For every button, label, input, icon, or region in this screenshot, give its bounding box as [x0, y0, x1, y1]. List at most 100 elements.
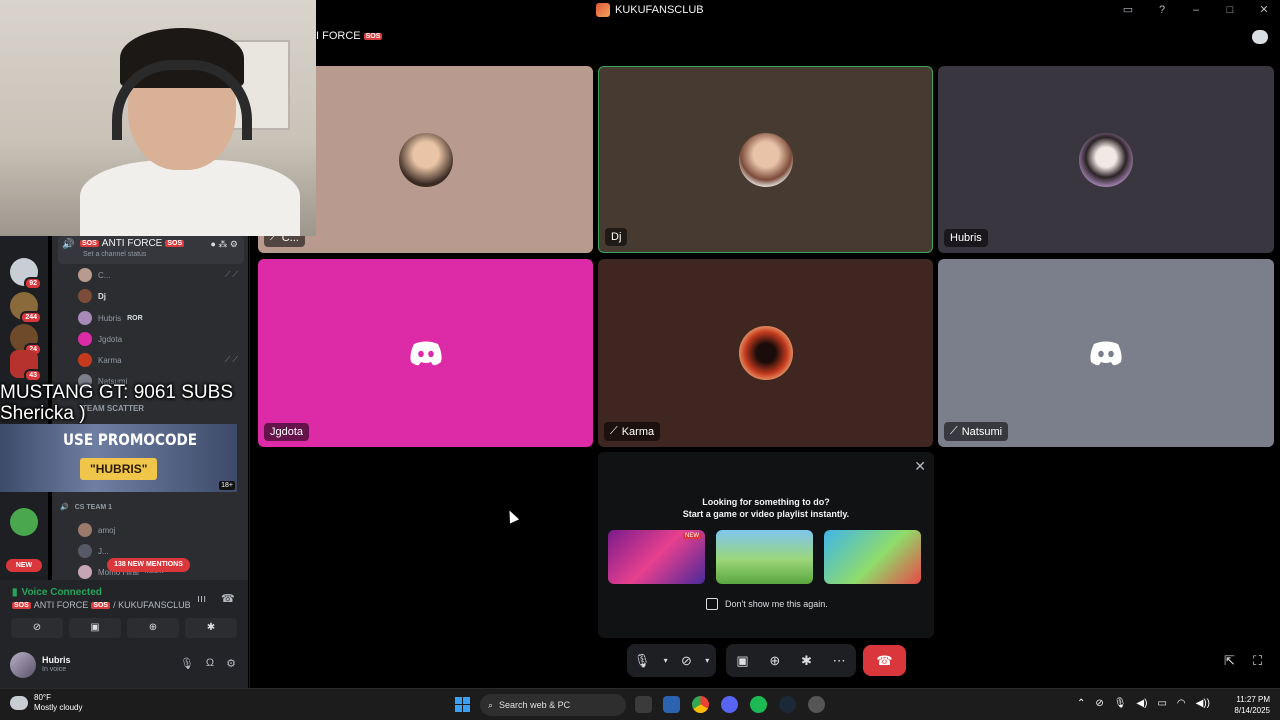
avatar — [78, 289, 92, 303]
voice-member[interactable]: Dj — [78, 287, 106, 305]
maximize-button[interactable]: □ — [1222, 4, 1238, 16]
activity-gamepad-icon[interactable]: ⊕ — [769, 653, 780, 669]
avatar — [78, 353, 92, 367]
voice-member[interactable]: Hubris ROR — [78, 309, 143, 327]
camera-off-icon[interactable]: ⊘ — [681, 653, 692, 669]
chevron-down-icon[interactable]: ▾ — [664, 656, 668, 665]
new-mentions-pill[interactable]: 138 NEW MENTIONS — [107, 558, 190, 572]
server-icon[interactable]: 43 — [10, 350, 42, 382]
soundboard-icon[interactable]: ✱ — [801, 653, 812, 669]
participant-tile[interactable]: ⟋ Karma — [598, 259, 933, 447]
voice-member[interactable]: C... — [78, 266, 110, 284]
activity-prompt-line2: Start a game or video playlist instantly… — [682, 509, 850, 519]
participant-tile[interactable]: Hubris — [938, 66, 1274, 253]
voice-member[interactable]: Jgdota — [78, 330, 122, 348]
display-icon[interactable]: ▭ — [1157, 698, 1166, 709]
chrome-icon[interactable] — [692, 696, 709, 713]
avatar — [78, 523, 92, 537]
minimize-button[interactable]: – — [1188, 4, 1204, 16]
network-icon[interactable]: ⊘ — [1095, 698, 1103, 709]
activity-button[interactable]: ⊕ — [127, 618, 179, 638]
participant-avatar — [398, 132, 453, 187]
server-icon[interactable]: 92 — [10, 258, 42, 290]
participant-tile[interactable]: ⟋ Natsumi — [938, 259, 1274, 447]
steam-icon[interactable] — [779, 696, 796, 713]
game-card-merge[interactable] — [824, 530, 921, 584]
window-title: KUKUFANSCLUB — [596, 3, 704, 17]
call-action-controls: ▣ ⊕ ✱ ⋯ — [726, 644, 856, 677]
help-icon[interactable]: ? — [1154, 4, 1170, 16]
spotify-icon[interactable] — [750, 696, 767, 713]
close-icon[interactable]: ✕ — [914, 458, 926, 475]
dont-show-checkbox[interactable] — [706, 598, 718, 610]
voice-channel-header[interactable]: 🔊 SOS ANTI FORCE SOS Set a channel statu… — [58, 236, 244, 264]
new-servers-pill[interactable]: NEW — [6, 559, 42, 572]
microphone-icon[interactable]: 🎙 — [634, 653, 651, 669]
dont-show-again-option[interactable]: Don't show me this again. — [706, 598, 828, 610]
member-tag: ROR — [127, 314, 143, 322]
soundboard-button[interactable]: ✱ — [185, 618, 237, 638]
fullscreen-icon[interactable]: ⛶ — [1253, 653, 1262, 669]
inbox-icon[interactable]: ▭ — [1120, 3, 1136, 16]
mute-icon: ⟋ — [950, 425, 958, 437]
server-icon[interactable] — [10, 508, 38, 536]
server-icon[interactable]: 24 — [10, 324, 42, 356]
more-options-icon[interactable]: ⋯ — [833, 653, 846, 669]
microphone-icon[interactable]: 🎙 — [1114, 698, 1127, 709]
disconnect-icon[interactable]: ☎ — [221, 592, 235, 605]
taskbar-search[interactable]: ⌕ Search web & PC — [480, 694, 626, 716]
voice-member[interactable]: amoj — [78, 521, 115, 539]
windows-start-icon[interactable] — [455, 697, 470, 712]
promo-title: USE PROMOCODE — [63, 430, 198, 449]
chevron-down-icon[interactable]: ▾ — [705, 656, 709, 665]
headphones-icon[interactable]: Ω — [206, 657, 214, 670]
volume-icon[interactable]: ◀)) — [1196, 698, 1210, 709]
user-controls: 🎙 Ω ⚙ — [180, 657, 236, 670]
store-icon[interactable] — [663, 696, 680, 713]
chevron-up-icon[interactable]: ⌃ — [1077, 698, 1085, 709]
avatar[interactable] — [10, 652, 36, 678]
participant-name: Jgdota — [270, 426, 304, 438]
participant-tile[interactable]: Dj — [598, 66, 933, 253]
chat-bubble-icon[interactable] — [1252, 30, 1268, 44]
channel-status-hint[interactable]: Set a channel status — [83, 251, 146, 258]
discord-icon[interactable] — [721, 696, 738, 713]
screen-share-icon[interactable]: ▣ — [736, 653, 748, 669]
server-icon[interactable]: 244 — [10, 292, 42, 324]
game-card-putt-party[interactable] — [716, 530, 813, 584]
mic-camera-controls: 🎙 ▾ ⊘ ▾ — [627, 644, 716, 677]
participant-tile[interactable]: Jgdota — [258, 259, 593, 447]
participant-name: Dj — [611, 231, 622, 243]
channel-actions-icon[interactable]: ● ⁂ ⚙ — [210, 239, 238, 250]
noise-suppression-icon[interactable]: ııı — [197, 593, 206, 605]
close-button[interactable]: ✕ — [1256, 3, 1272, 16]
app-icon[interactable] — [808, 696, 825, 713]
voice-member[interactable]: J... — [78, 542, 109, 560]
disconnect-call-button[interactable]: ☎ — [863, 645, 906, 676]
unread-badge: 43 — [24, 369, 42, 382]
microphone-icon[interactable]: 🎙 — [180, 657, 194, 670]
voice-member[interactable]: Karma — [78, 351, 122, 369]
new-badge: NEW — [683, 533, 701, 539]
game-card-the-last-meme-show[interactable]: NEW — [608, 530, 705, 584]
participant-avatar — [738, 132, 793, 187]
speaker-icon[interactable]: ◀) — [1136, 698, 1147, 709]
promo-banner: USE PROMOCODE "HUBRIS" 18+ — [0, 424, 237, 492]
gear-icon[interactable]: ⚙ — [226, 657, 236, 670]
wifi-icon[interactable]: ◠ — [1177, 698, 1186, 709]
activity-suggestion-panel: ✕ Looking for something to do? Start a g… — [598, 452, 934, 638]
popout-icon[interactable]: ⇱ — [1224, 653, 1235, 669]
voice-server-label: / KUKUFANSCLUB — [113, 600, 191, 610]
voice-connected-status[interactable]: ▮ Voice Connected — [12, 587, 102, 598]
task-view-icon[interactable] — [635, 696, 652, 713]
clock[interactable]: 11:27 PM 8/14/2025 — [1234, 694, 1270, 716]
camera-button[interactable]: ⊘ — [11, 618, 63, 638]
promo-code: "HUBRIS" — [80, 458, 158, 480]
mute-icon: ⟋ — [610, 425, 618, 437]
weather-widget[interactable]: 80°F Mostly cloudy — [10, 693, 82, 713]
camera-off-icon: ⊘ — [32, 622, 42, 633]
voice-location[interactable]: SOS ANTI FORCE SOS / KUKUFANSCLUB — [12, 600, 191, 610]
screen-share-button[interactable]: ▣ — [69, 618, 121, 638]
voice-channel-cs-team[interactable]: 🔊 CS TEAM 1 — [60, 498, 112, 516]
call-channel-header: I FORCE SOS — [316, 30, 383, 42]
